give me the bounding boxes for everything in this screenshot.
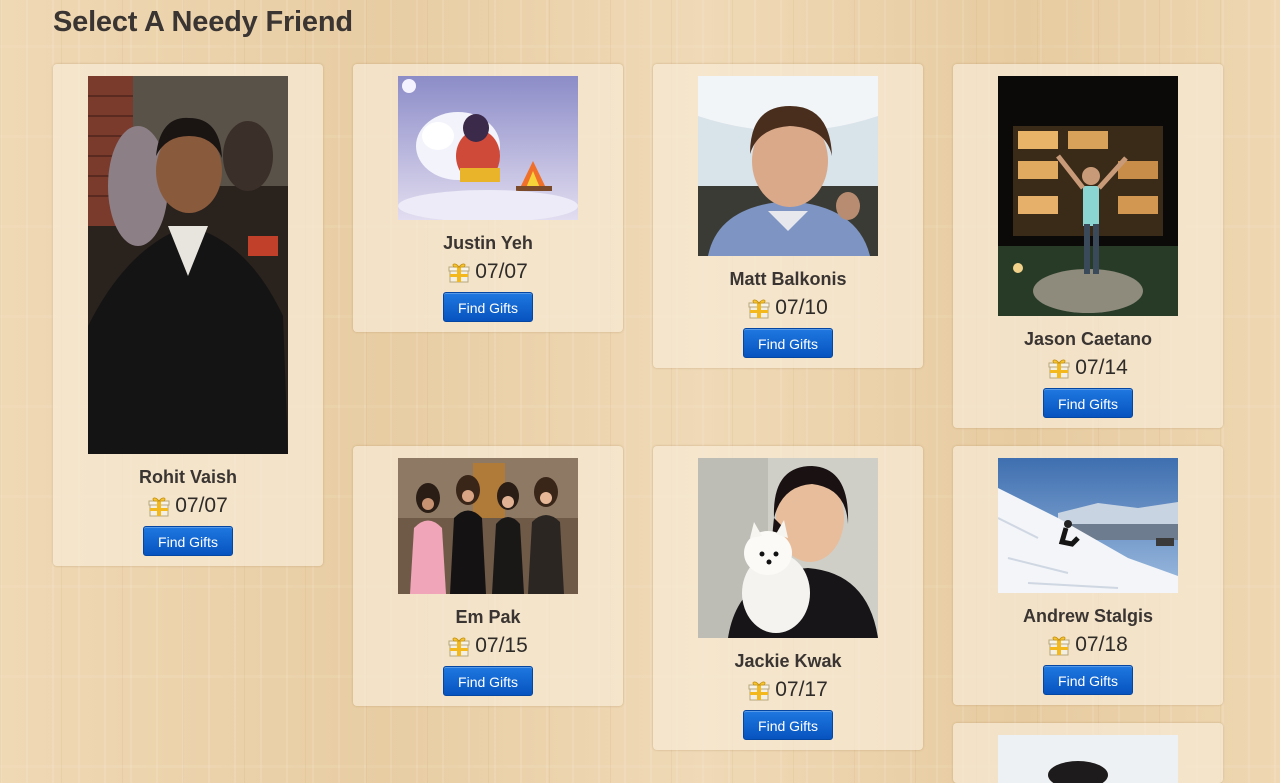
friend-photo[interactable] (88, 76, 288, 454)
friend-card: Jackie Kwak 07/17 Find Gifts (653, 446, 923, 750)
friend-card: Jason Caetano 07/14 Find Gifts (953, 64, 1223, 428)
gift-icon (448, 261, 470, 283)
gift-icon (448, 635, 470, 657)
birthday-date: 07/07 (475, 260, 528, 283)
friend-name: Jason Caetano (1023, 329, 1153, 349)
friend-photo[interactable] (398, 458, 578, 594)
birthday-date: 07/10 (775, 296, 828, 319)
birthday-date: 07/15 (475, 634, 528, 657)
friend-card: Matt Balkonis 07/10 Find Gifts (653, 64, 923, 368)
friend-name: Rohit Vaish (138, 467, 237, 487)
friend-photo[interactable] (998, 458, 1178, 593)
birthday-date: 07/18 (1075, 633, 1128, 656)
gift-icon (1048, 634, 1070, 656)
birthday-date: 07/14 (1075, 356, 1128, 379)
gift-icon (748, 297, 770, 319)
friend-card: Andrew Stalgis 07/18 Find Gifts (953, 446, 1223, 705)
find-gifts-button[interactable]: Find Gifts (743, 328, 833, 358)
friend-card: Rohit Vaish 07/07 Find Gifts (53, 64, 323, 566)
friend-name: Em Pak (455, 607, 521, 627)
find-gifts-button[interactable]: Find Gifts (443, 292, 533, 322)
friend-photo[interactable] (998, 735, 1178, 783)
birthday-date: 07/17 (775, 678, 828, 701)
find-gifts-button[interactable]: Find Gifts (143, 526, 233, 556)
friend-photo[interactable] (698, 458, 878, 638)
friend-photo[interactable] (698, 76, 878, 256)
friend-card: Em Pak 07/15 Find Gifts (353, 446, 623, 706)
friend-name: Jackie Kwak (734, 651, 842, 671)
birthday-date: 07/07 (175, 494, 228, 517)
find-gifts-button[interactable]: Find Gifts (443, 666, 533, 696)
gift-icon (1048, 357, 1070, 379)
friend-card (953, 723, 1223, 783)
friend-card: Justin Yeh 07/07 Find Gifts (353, 64, 623, 332)
page-title: Select A Needy Friend (53, 6, 353, 38)
find-gifts-button[interactable]: Find Gifts (1043, 665, 1133, 695)
find-gifts-button[interactable]: Find Gifts (1043, 388, 1133, 418)
friend-name: Andrew Stalgis (1022, 606, 1154, 626)
gift-icon (148, 495, 170, 517)
friend-name: Matt Balkonis (729, 269, 847, 289)
gift-icon (748, 679, 770, 701)
friend-photo[interactable] (398, 76, 578, 220)
friend-name: Justin Yeh (443, 233, 533, 253)
find-gifts-button[interactable]: Find Gifts (743, 710, 833, 740)
friend-photo[interactable] (998, 76, 1178, 316)
